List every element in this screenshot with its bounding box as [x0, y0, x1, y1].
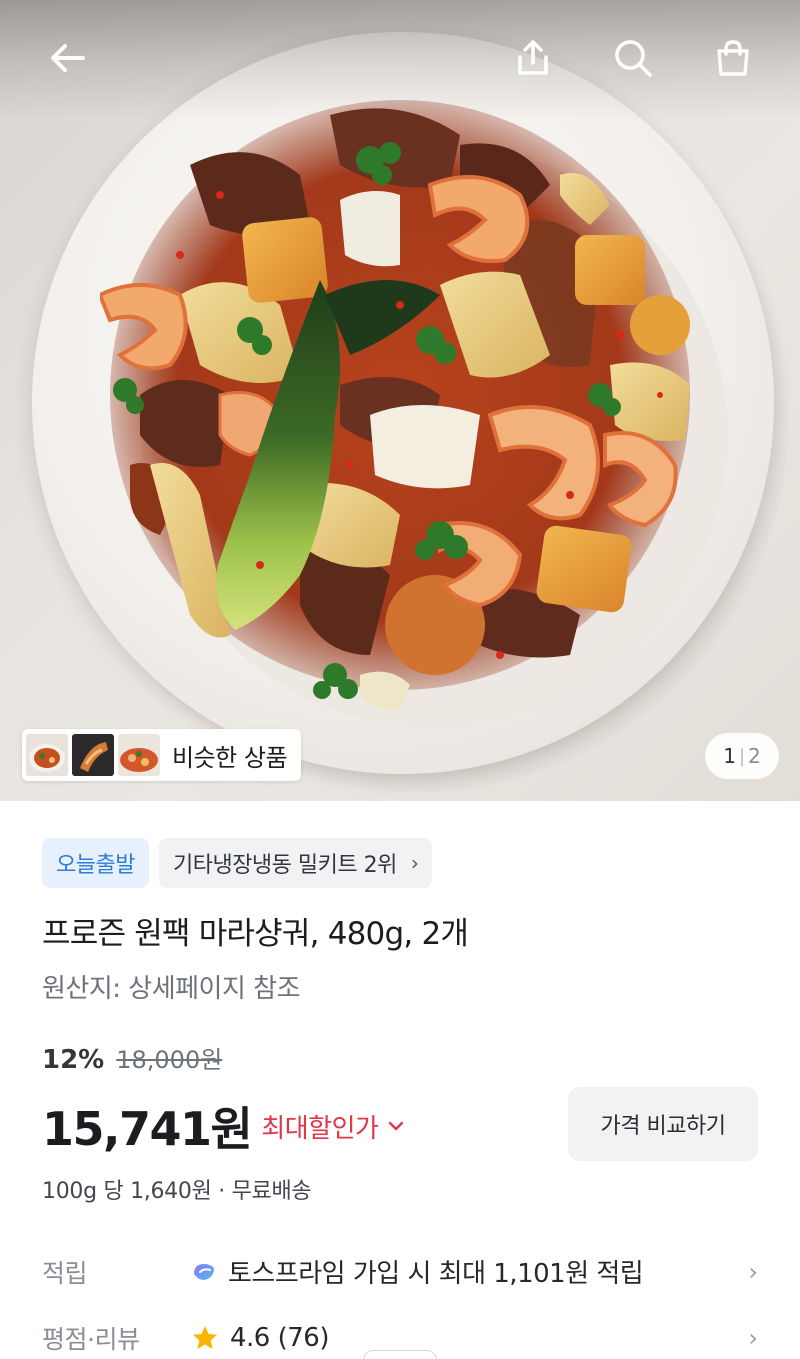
original-price: 18,000원 — [116, 1046, 223, 1074]
price-compare-button[interactable]: 가격 비교하기 — [568, 1087, 758, 1161]
similar-products-label: 비슷한 상품 — [172, 743, 288, 772]
similar-product-thumbnail — [72, 734, 114, 776]
chevron-right-icon: › — [748, 1324, 758, 1352]
malaxiangguo-dish-illustration — [100, 100, 690, 710]
ranking-label: 기타냉장냉동 밀키트 2위 — [172, 853, 397, 878]
rating-value: 4.6 (76) — [230, 1323, 329, 1353]
rating-label: 평점·리뷰 — [42, 1325, 140, 1354]
search-icon — [615, 40, 652, 77]
badge-row: 오늘출발 기타냉장냉동 밀키트 2위 › — [42, 838, 433, 888]
points-label: 적립 — [42, 1258, 88, 1288]
shopping-bag-icon — [717, 40, 749, 76]
toss-prime-icon — [194, 1263, 214, 1280]
similar-products-button[interactable]: 비슷한 상품 — [22, 729, 302, 781]
product-origin: 원산지: 상세페이지 참조 — [42, 974, 301, 1004]
bottom-sheet-handle — [363, 1350, 437, 1359]
image-pager: 1 | 2 — [705, 733, 779, 779]
points-value: 토스프라임 가입 시 최대 1,101원 적립 — [228, 1259, 644, 1289]
shipping-badge: 오늘출발 — [42, 838, 149, 888]
pager-current: 1 — [723, 744, 736, 768]
sale-price: 15,741원 — [42, 1102, 253, 1156]
back-button[interactable] — [40, 30, 96, 86]
chevron-down-icon — [388, 1116, 404, 1137]
search-button[interactable] — [605, 30, 661, 86]
chevron-right-icon: › — [410, 851, 419, 875]
max-discount-label: 최대할인가 — [261, 1113, 379, 1144]
chevron-right-icon: › — [748, 1257, 758, 1286]
points-row[interactable]: 적립 토스프라임 가입 시 최대 1,101원 적립 › — [42, 1253, 758, 1290]
max-discount-toggle[interactable]: 최대할인가 — [261, 1108, 404, 1145]
product-title: 프로즌 원팩 마라샹궈, 480g, 2개 — [42, 916, 469, 952]
pager-total: 2 — [748, 744, 761, 768]
star-icon — [193, 1326, 217, 1349]
rating-value-group: 4.6 (76) — [190, 1323, 748, 1353]
similar-product-thumbnail — [118, 734, 160, 776]
discount-row: 12% 18,000원 — [42, 1040, 222, 1075]
header-gradient — [0, 0, 800, 120]
unit-price-shipping: 100g 당 1,640원 · 무료배송 — [42, 1179, 312, 1204]
pager-separator: | — [738, 745, 746, 767]
price-row: 15,741원 최대할인가 — [42, 1093, 404, 1159]
discount-rate: 12% — [42, 1045, 105, 1075]
similar-product-thumbnail — [26, 734, 68, 776]
points-value-group: 토스프라임 가입 시 최대 1,101원 적립 — [190, 1253, 748, 1290]
share-icon — [518, 40, 548, 75]
cart-button[interactable] — [705, 30, 761, 86]
back-arrow-icon — [51, 44, 85, 72]
share-button[interactable] — [505, 30, 561, 86]
category-ranking-badge[interactable]: 기타냉장냉동 밀키트 2위 › — [158, 838, 433, 888]
product-image-carousel[interactable]: 비슷한 상품 1 | 2 — [0, 0, 800, 801]
